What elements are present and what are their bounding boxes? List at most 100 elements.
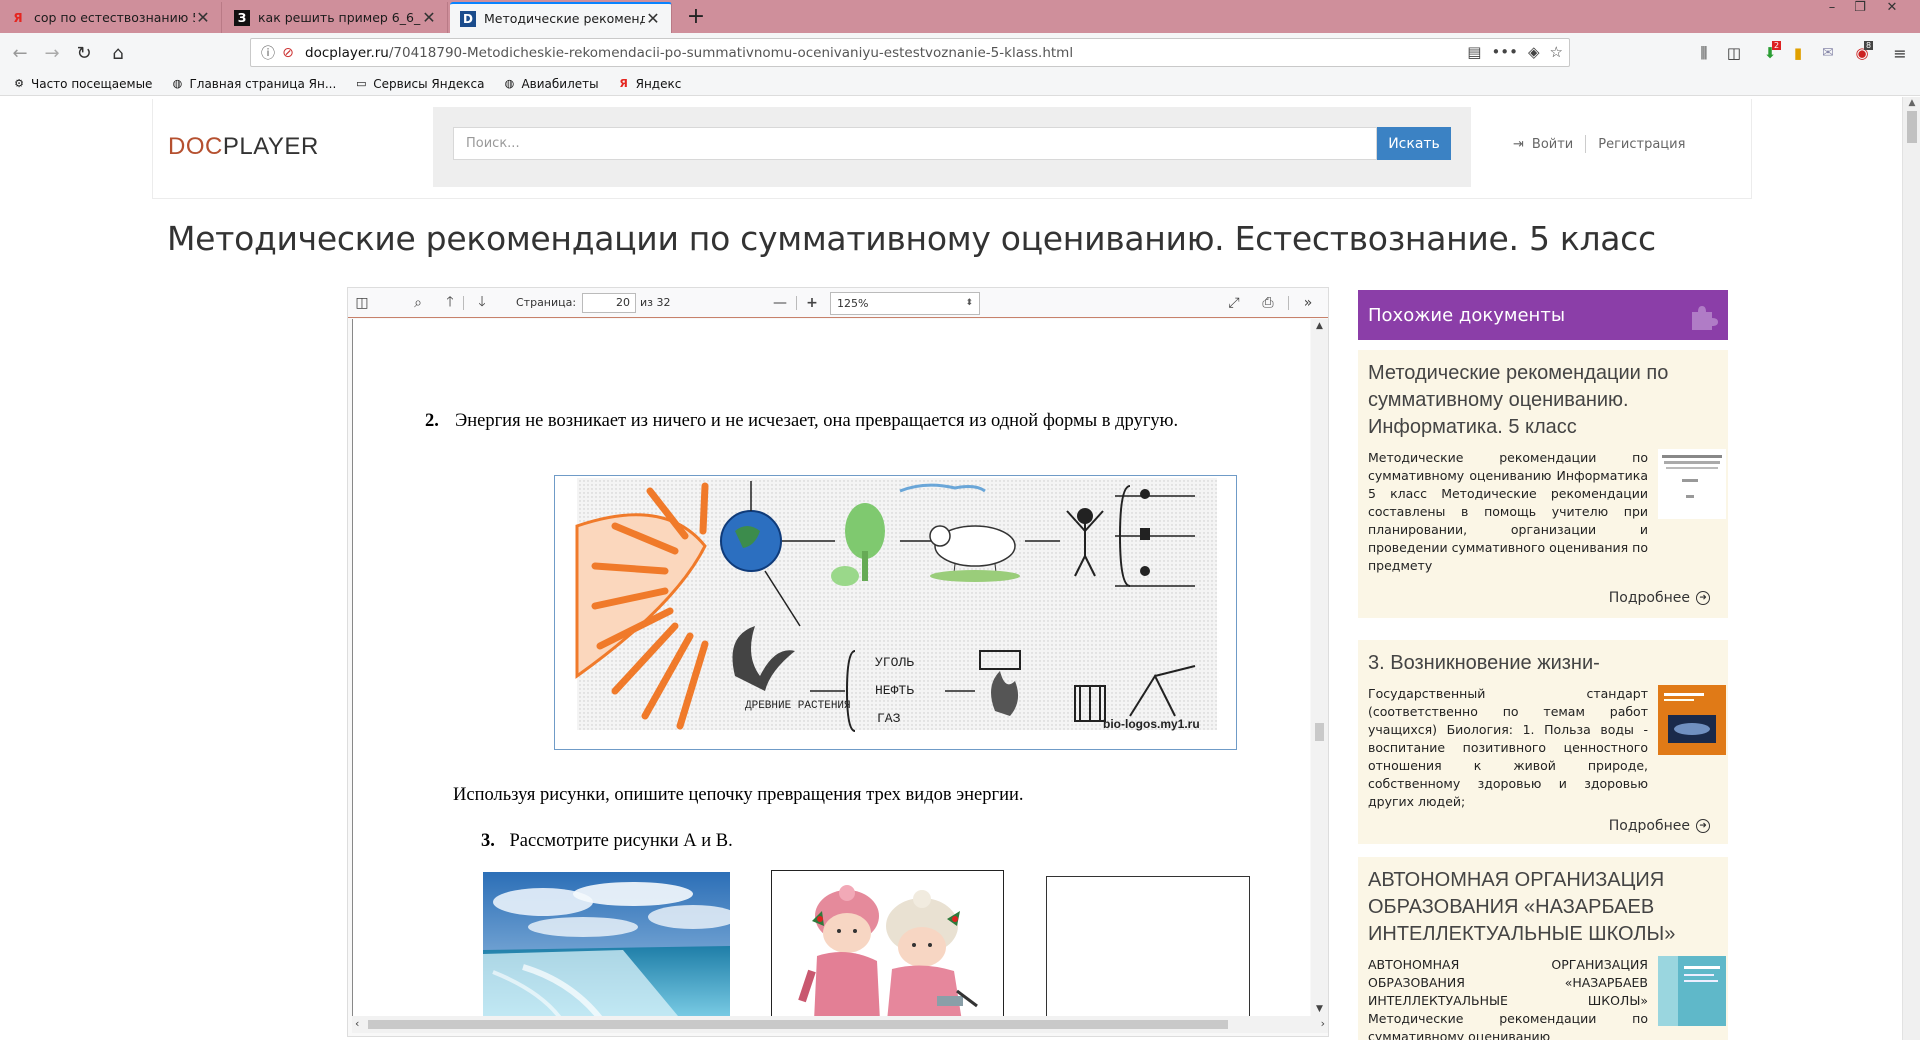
back-button[interactable]: ← [6, 39, 34, 67]
download-icon[interactable]: ⬇ 2 [1756, 39, 1784, 67]
arrow-right-circle-icon: ➜ [1696, 819, 1710, 833]
zoom-select[interactable]: 125% ⬍ [830, 292, 980, 315]
notifications-icon[interactable]: ◉ 8 [1848, 39, 1876, 67]
toggle-sidebar-icon[interactable]: ◫ [352, 293, 372, 313]
restore-button[interactable]: ❐ [1846, 0, 1874, 20]
similar-doc-title[interactable]: АВТОНОМНАЯ ОРГАНИЗАЦИЯ ОБРАЗОВАНИЯ «НАЗА… [1368, 867, 1718, 948]
site-favicon-icon: З [234, 9, 250, 26]
download-badge: 2 [1772, 41, 1782, 50]
close-tab-icon[interactable]: ✕ [645, 9, 661, 28]
similar-doc-card[interactable]: АВТОНОМНАЯ ОРГАНИЗАЦИЯ ОБРАЗОВАНИЯ «НАЗА… [1358, 857, 1728, 1040]
fullscreen-icon[interactable]: ⤢ [1224, 293, 1244, 313]
minimize-button[interactable]: – [1818, 0, 1846, 20]
page-label: Страница: [516, 296, 577, 309]
question-number: 2. [425, 411, 439, 431]
reader-view-icon[interactable]: ▤ [1467, 43, 1481, 61]
forward-button[interactable]: → [38, 39, 66, 67]
waterfall-drawing [483, 872, 738, 1016]
reload-button[interactable]: ↻ [70, 39, 98, 67]
document-page: 2. Энергия не возникает из ничего и не и… [352, 319, 1310, 1016]
scrollbar-thumb[interactable] [368, 1020, 1228, 1029]
similar-doc-title[interactable]: 3. Возникновение жизни- [1368, 650, 1718, 677]
mail-icon[interactable]: ✉ [1814, 39, 1842, 67]
more-link[interactable]: Подробнее ➜ [1609, 818, 1710, 834]
more-label: Подробнее [1608, 590, 1690, 606]
search-input[interactable]: Поиск... [453, 127, 1377, 160]
info-icon[interactable]: ⓘ [259, 44, 277, 62]
register-link[interactable]: Регистрация [1598, 137, 1685, 152]
more-link[interactable]: Подробнее ➜ [1609, 590, 1710, 606]
close-tab-icon[interactable]: ✕ [195, 8, 211, 27]
similar-documents-header: Похожие документы [1358, 290, 1728, 340]
notifications-badge: 8 [1864, 41, 1874, 50]
card-body: АВТОНОМНАЯ ОРГАНИЗАЦИЯ ОБРАЗОВАНИЯ «НАЗА… [1368, 956, 1726, 1040]
scroll-down-icon[interactable]: ▼ [1311, 1004, 1328, 1014]
diagram-label-gas: ГАЗ [877, 711, 901, 726]
close-tab-icon[interactable]: ✕ [421, 8, 437, 27]
tab-math-example[interactable]: З как решить пример 6_6_6_6_6 ✕ [224, 2, 448, 33]
arrow-right-circle-icon: ➜ [1696, 591, 1710, 605]
scroll-right-icon[interactable]: › [1321, 1017, 1325, 1030]
scroll-up-icon[interactable]: ▲ [1903, 98, 1920, 108]
similar-doc-card[interactable]: 3. Возникновение жизни- Государственный … [1358, 640, 1728, 844]
scroll-left-icon[interactable]: ‹ [355, 1017, 359, 1030]
document-thumbnail[interactable] [1658, 956, 1726, 1026]
scroll-up-icon[interactable]: ▲ [1311, 321, 1328, 331]
library-icon[interactable]: ⫼ [1690, 39, 1718, 67]
login-link[interactable]: Войти [1532, 137, 1573, 152]
more-tools-icon[interactable]: » [1298, 293, 1318, 313]
document-thumbnail[interactable] [1658, 449, 1726, 519]
menu-icon[interactable]: ≡ [1886, 39, 1914, 67]
doc-thumb-drawing [1658, 685, 1726, 755]
diagram-label-oil: НЕФТЬ [875, 683, 914, 698]
viewer-horizontal-scrollbar[interactable]: ‹ › [352, 1016, 1328, 1033]
site-logo[interactable]: DOCPLAYER [168, 133, 319, 161]
bookmark-yandex-home[interactable]: ◍ Главная страница Ян... [170, 77, 337, 91]
similar-doc-card[interactable]: Методические рекомендации по суммативном… [1358, 350, 1728, 618]
navigation-bar: ← → ↻ ⌂ ⓘ ⊘ docplayer.ru/70418790-Metodi… [0, 33, 1920, 72]
auth-links: ⇥ Войти Регистрация [1513, 135, 1685, 153]
zoom-out-icon[interactable]: — [770, 293, 790, 313]
children-drawing [772, 871, 1003, 1016]
address-bar[interactable]: ⓘ ⊘ docplayer.ru/70418790-Metodicheskie-… [250, 38, 1570, 67]
bookmark-yandex[interactable]: Я Яндекс [617, 77, 681, 91]
bookmark-avia[interactable]: ◍ Авиабилеты [502, 76, 599, 91]
page-number-input[interactable]: 20 [582, 293, 636, 313]
card-body: Методические рекомендации по суммативном… [1368, 449, 1726, 575]
close-window-button[interactable]: ✕ [1878, 0, 1906, 20]
extension-icon[interactable]: ▮ [1784, 39, 1812, 67]
zoom-value: 125% [837, 297, 869, 310]
bookmark-label: Авиабилеты [521, 76, 599, 91]
scrollbar-thumb[interactable] [1315, 723, 1324, 741]
page-total: из 32 [640, 296, 671, 309]
question-number: 3. [481, 831, 495, 851]
document-thumbnail[interactable] [1658, 685, 1726, 755]
new-tab-button[interactable]: + [682, 4, 710, 29]
next-page-icon[interactable]: 🡓 [472, 293, 492, 313]
divider [1585, 135, 1587, 153]
zoom-in-icon[interactable]: + [802, 293, 822, 313]
page-vertical-scrollbar[interactable]: ▲ [1902, 97, 1920, 1040]
page-actions-icon[interactable]: ••• [1491, 43, 1518, 61]
viewer-vertical-scrollbar[interactable]: ▲ ▼ [1311, 319, 1328, 1016]
similar-doc-snippet: Государственный стандарт (соответственно… [1368, 686, 1648, 809]
tab-docplayer[interactable]: D Методические рекомендации ✕ [450, 2, 672, 33]
scrollbar-thumb[interactable] [1907, 111, 1917, 143]
pocket-icon[interactable]: ◈ [1528, 43, 1540, 61]
insecure-lock-icon[interactable]: ⊘ [279, 44, 297, 62]
bookmark-label: Часто посещаемые [31, 76, 153, 91]
energy-diagram-drawing: ДРЕВНИЕ РАСТЕНИЯ УГОЛЬ НЕФТЬ ГАЗ bio-log… [575, 478, 1217, 732]
globe-icon: ◍ [504, 77, 515, 90]
search-icon[interactable]: ⌕ [408, 293, 428, 313]
search-button[interactable]: Искать [1377, 127, 1451, 160]
print-icon[interactable]: ⎙ [1258, 293, 1278, 313]
tab-search-results[interactable]: Я сор по естествознанию 5 клас ✕ [0, 2, 222, 33]
bookmarks-bar: ⚙ Часто посещаемые ◍ Главная страница Ян..… [0, 72, 1920, 96]
bookmark-yandex-services[interactable]: ▭ Сервисы Яндекса [354, 77, 484, 91]
home-button[interactable]: ⌂ [104, 39, 132, 67]
bookmark-star-icon[interactable]: ☆ [1550, 43, 1563, 61]
sidebar-toggle-icon[interactable]: ◫ [1720, 39, 1748, 67]
bookmark-frequent[interactable]: ⚙ Часто посещаемые [12, 77, 152, 91]
similar-doc-title[interactable]: Методические рекомендации по суммативном… [1368, 360, 1718, 441]
previous-page-icon[interactable]: 🡑 [440, 293, 460, 313]
